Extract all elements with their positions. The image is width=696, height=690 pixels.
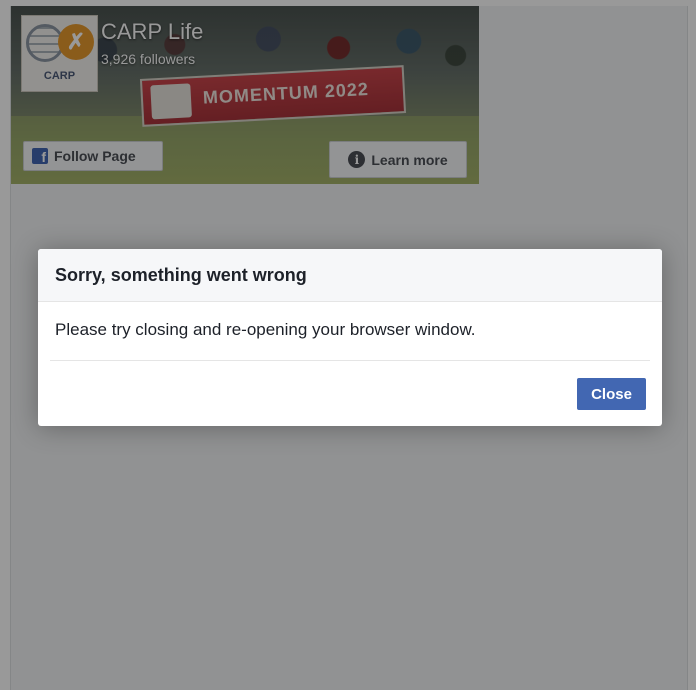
dialog-title: Sorry, something went wrong: [38, 249, 662, 302]
dialog-message: Please try closing and re-opening your b…: [55, 320, 476, 339]
close-button[interactable]: Close: [577, 378, 646, 410]
error-dialog: Sorry, something went wrong Please try c…: [38, 249, 662, 426]
dialog-divider: [50, 360, 650, 361]
